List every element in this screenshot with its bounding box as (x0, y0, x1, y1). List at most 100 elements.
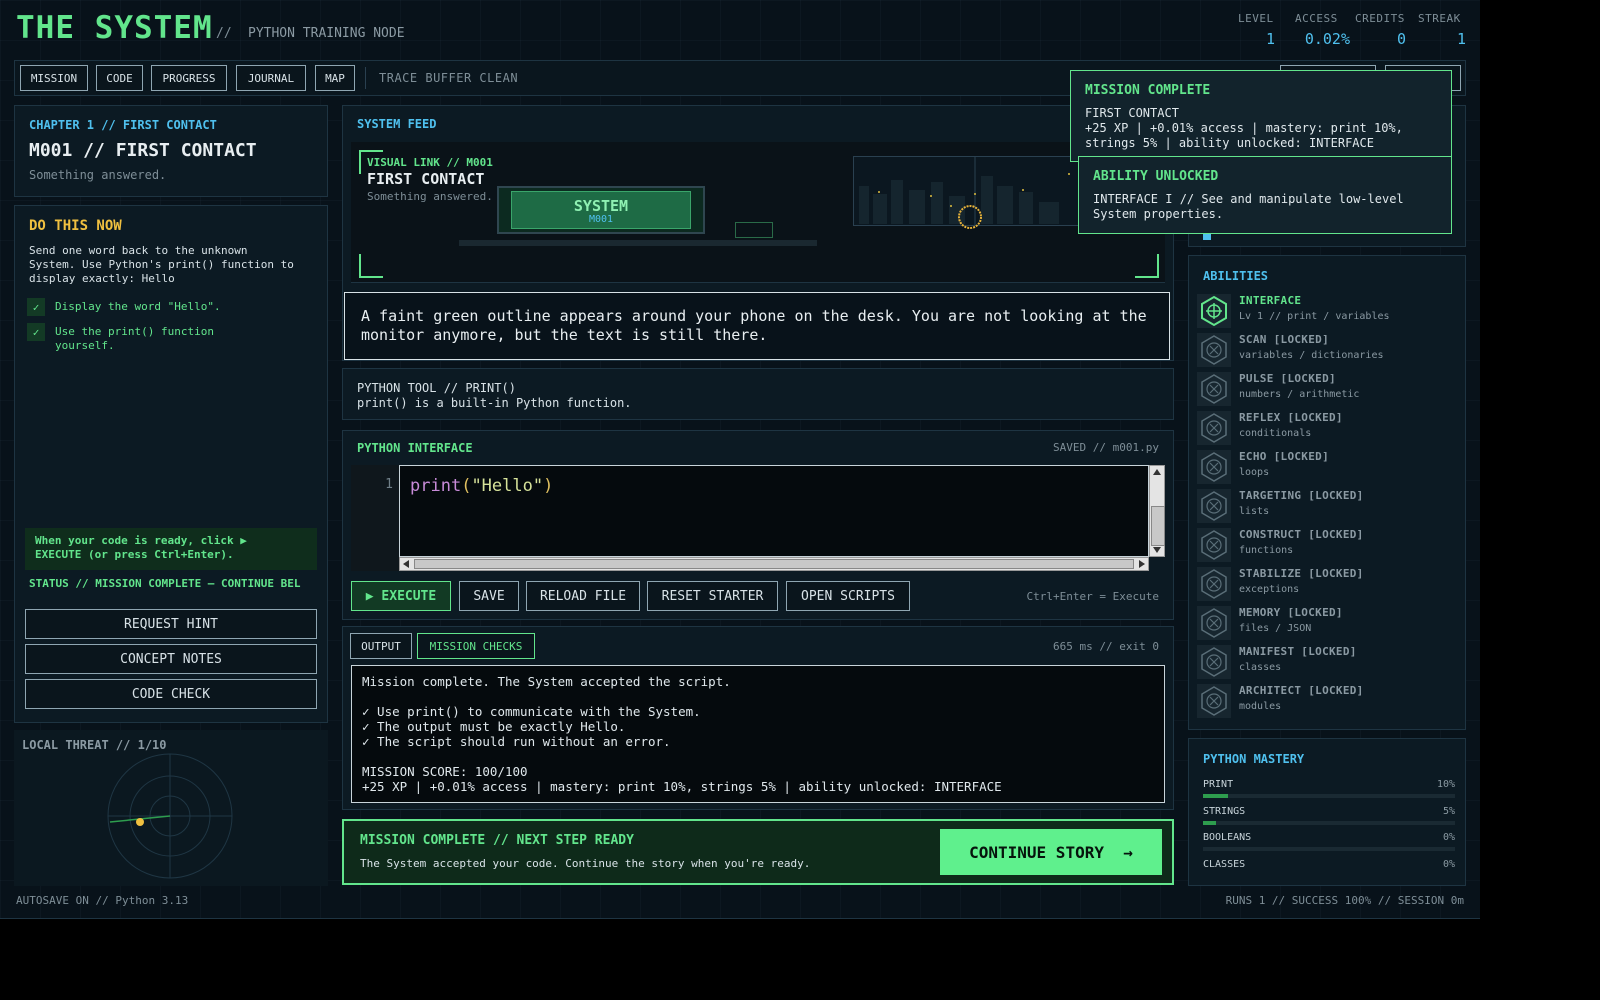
ability-item[interactable]: REFLEX [LOCKED] conditionals (1197, 409, 1467, 445)
output-line: ✓ The script should run without an error… (362, 734, 671, 749)
output-line: +25 XP | +0.01% access | mastery: print … (362, 779, 1002, 794)
nav-code[interactable]: CODE (96, 65, 143, 91)
narration-box: A faint green outline appears around you… (344, 292, 1170, 360)
check-mark-icon: ✓ (27, 323, 45, 341)
stat-credits-label: CREDITS (1355, 12, 1405, 25)
mastery-value: 10% (1436, 779, 1455, 790)
ability-name: ARCHITECT [LOCKED] (1239, 684, 1364, 697)
threat-panel: LOCAL THREAT // 1/10 (14, 730, 328, 886)
output-line: ✓ Use print() to communicate with the Sy… (362, 704, 701, 719)
editor-vscrollbar[interactable] (1149, 465, 1165, 557)
mastery-item: CLASSES 0% (1203, 859, 1455, 883)
visual-tag: VISUAL LINK // M001 (367, 156, 493, 169)
screen-title: SYSTEM (573, 197, 629, 215)
output-line: ✓ The output must be exactly Hello. (362, 719, 626, 734)
hscroll-thumb[interactable] (414, 559, 1134, 569)
mastery-name: CLASSES (1203, 858, 1246, 870)
execute-hint: When your code is ready, click ▶ EXECUTE… (35, 534, 247, 561)
abilities-heading: ABILITIES (1203, 269, 1269, 283)
threat-blip (136, 818, 144, 826)
ability-item[interactable]: PULSE [LOCKED] numbers / arithmetic (1197, 370, 1467, 406)
scroll-left-icon[interactable] (403, 560, 409, 568)
desk (459, 240, 817, 246)
toast-mission-complete[interactable]: MISSION COMPLETE FIRST CONTACT +25 XP | … (1070, 70, 1452, 162)
execute-button[interactable]: ▶ EXECUTE (351, 581, 451, 611)
ability-item[interactable]: ARCHITECT [LOCKED] modules (1197, 682, 1467, 718)
ability-item[interactable]: ECHO [LOCKED] loops (1197, 448, 1467, 484)
check-item: Use the print() function yourself. (55, 325, 214, 352)
mastery-name: PRINT (1203, 779, 1234, 790)
footer-right: RUNS 1 // SUCCESS 100% // SESSION 0m (1225, 894, 1464, 907)
vscroll-thumb[interactable] (1151, 506, 1165, 546)
reload-file-button[interactable]: RELOAD FILE (526, 581, 640, 611)
app-subtitle: PYTHON TRAINING NODE (248, 26, 405, 41)
save-button[interactable]: SAVE (459, 581, 519, 611)
visual-subtitle: Something answered. (367, 190, 493, 203)
ability-item[interactable]: TARGETING [LOCKED] lists (1197, 487, 1467, 523)
ability-name: CONSTRUCT [LOCKED] (1239, 528, 1364, 541)
toast-title: ABILITY UNLOCKED (1093, 169, 1219, 184)
code-line: print("Hello") (410, 476, 553, 496)
tab-mission-checks[interactable]: MISSION CHECKS (417, 633, 535, 659)
narration-text: A faint green outline appears around you… (361, 307, 1147, 344)
reset-starter-button[interactable]: RESET STARTER (647, 581, 778, 611)
footer-divider (0, 918, 1480, 919)
mastery-progress-bar (1203, 820, 1455, 825)
scroll-up-icon[interactable] (1153, 469, 1161, 475)
ability-name: INTERFACE (1239, 294, 1302, 307)
check-mark-icon: ✓ (27, 298, 45, 316)
ability-name: TARGETING [LOCKED] (1239, 489, 1364, 502)
chapter-panel: CHAPTER 1 // FIRST CONTACT M001 // FIRST… (14, 105, 328, 197)
request-hint-button[interactable]: REQUEST HINT (25, 609, 317, 639)
ability-item[interactable]: INTERFACE Lv 1 // print / variables (1197, 292, 1467, 328)
open-scripts-button[interactable]: OPEN SCRIPTS (786, 581, 910, 611)
footer-left: AUTOSAVE ON // Python 3.13 (16, 894, 189, 907)
scroll-right-icon[interactable] (1139, 560, 1145, 568)
stat-level-value: 1 (1265, 30, 1275, 48)
mastery-item: BOOLEANS 0% (1203, 832, 1455, 856)
task-body: Send one word back to the unknown System… (29, 244, 294, 285)
ability-item[interactable]: CONSTRUCT [LOCKED] functions (1197, 526, 1467, 562)
phone-outline (735, 222, 773, 238)
ability-subtitle: files / JSON (1239, 623, 1312, 634)
hexagon-locked-icon (1197, 489, 1231, 523)
stat-streak-label: STREAK (1418, 12, 1461, 25)
system-feed-panel: SYSTEM FEED VISUAL LINK // M001 FIRST CO… (342, 105, 1174, 361)
visual-link-scene: VISUAL LINK // M001 FIRST CONTACT Someth… (351, 142, 1165, 283)
editor-heading: PYTHON INTERFACE (357, 441, 473, 455)
stat-level-label: LEVEL (1238, 12, 1274, 25)
trace-status: TRACE BUFFER CLEAN (379, 71, 519, 85)
ability-name: REFLEX [LOCKED] (1239, 411, 1343, 424)
continue-story-button[interactable]: CONTINUE STORY → (940, 829, 1162, 875)
ability-name: MEMORY [LOCKED] (1239, 606, 1343, 619)
ability-name: ECHO [LOCKED] (1239, 450, 1329, 463)
nav-progress[interactable]: PROGRESS (151, 65, 227, 91)
threat-radar (107, 753, 233, 879)
ability-item[interactable]: MEMORY [LOCKED] files / JSON (1197, 604, 1467, 640)
bracket-br (1135, 254, 1159, 278)
toast-ability-unlocked[interactable]: ABILITY UNLOCKED INTERFACE I // See and … (1078, 156, 1452, 234)
banner-subtitle: The System accepted your code. Continue … (360, 857, 811, 870)
ability-item[interactable]: MANIFEST [LOCKED] classes (1197, 643, 1467, 679)
scroll-down-icon[interactable] (1153, 547, 1161, 553)
bracket-bl (359, 254, 383, 278)
mastery-value: 0% (1442, 858, 1455, 870)
concept-notes-button[interactable]: CONCEPT NOTES (25, 644, 317, 674)
mastery-panel: PYTHON MASTERY PRINT 10% STRINGS 5% BOOLEANS… (1188, 738, 1466, 886)
nav-journal[interactable]: JOURNAL (236, 65, 306, 91)
ability-name: STABILIZE [LOCKED] (1239, 567, 1364, 580)
toast-title: MISSION COMPLETE (1085, 83, 1211, 98)
monitor-screen: SYSTEM M001 (511, 191, 691, 229)
code-check-button[interactable]: CODE CHECK (25, 679, 317, 709)
mastery-item: PRINT 10% (1203, 779, 1455, 803)
mastery-value: 5% (1442, 805, 1455, 817)
code-editor[interactable]: print("Hello") (399, 465, 1149, 557)
completion-banner: MISSION COMPLETE // NEXT STEP READY The … (342, 819, 1174, 885)
ability-item[interactable]: STABILIZE [LOCKED] exceptions (1197, 565, 1467, 601)
ability-item[interactable]: SCAN [LOCKED] variables / dictionaries (1197, 331, 1467, 367)
feed-heading: SYSTEM FEED (357, 117, 437, 131)
nav-mission[interactable]: MISSION (20, 65, 88, 91)
editor-hscrollbar[interactable] (399, 557, 1149, 571)
tab-output[interactable]: OUTPUT (350, 633, 412, 659)
nav-map[interactable]: MAP (315, 65, 355, 91)
